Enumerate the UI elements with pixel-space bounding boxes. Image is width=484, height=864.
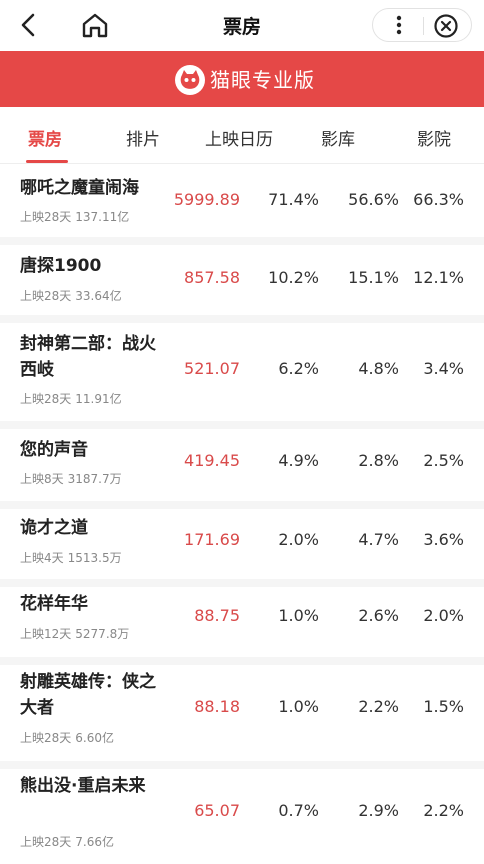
list-item[interactable]: 哪吒之魔童闹海 上映28天 137.11亿 5999.89 71.4% 56.6%… [0, 165, 484, 237]
seat-share: 2.2% [423, 801, 464, 820]
list-item[interactable]: 封神第二部：战火西岐 上映28天 11.91亿 521.07 6.2% 4.8% … [0, 323, 484, 421]
realtime-box-office: 88.18 [194, 697, 240, 716]
list-item[interactable]: 唐探1900 上映28天 33.64亿 857.58 10.2% 15.1% 12… [0, 245, 484, 315]
movie-title: 封神第二部：战火西岐 [20, 334, 156, 380]
list-item[interactable]: 花样年华 上映12天 5277.8万 88.75 1.0% 2.6% 2.0% [0, 587, 484, 657]
mini-program-capsule [372, 8, 472, 42]
box-office-share: 0.7% [278, 801, 319, 820]
row-divider [0, 315, 484, 323]
seat-share: 12.1% [413, 268, 464, 287]
row-divider [0, 657, 484, 665]
movie-release-info: 上映28天 6.60亿 [20, 731, 115, 745]
screening-share: 4.7% [358, 530, 399, 549]
movie-title: 射雕英雄传：侠之大者 [20, 672, 156, 718]
more-dots-icon[interactable] [387, 13, 411, 37]
box-office-share: 1.0% [278, 606, 319, 625]
screening-share: 4.8% [358, 359, 399, 378]
movie-title: 您的声音 [20, 440, 88, 460]
row-divider [0, 237, 484, 245]
movie-release-info: 上映8天 3187.7万 [20, 472, 122, 486]
seat-share: 2.0% [423, 606, 464, 625]
movie-release-info: 上映12天 5277.8万 [20, 627, 130, 641]
screening-share: 2.2% [358, 697, 399, 716]
tab-box-office[interactable]: 票房 [28, 125, 62, 150]
brand-header: 猫眼专业版 [0, 51, 484, 107]
movie-title: 诡才之道 [20, 518, 88, 538]
realtime-box-office: 5999.89 [173, 190, 240, 209]
movie-title: 花样年华 [20, 594, 88, 614]
movie-release-info: 上映28天 33.64亿 [20, 289, 122, 303]
realtime-box-office: 857.58 [184, 268, 240, 287]
row-divider [0, 421, 484, 429]
box-office-share: 4.9% [278, 451, 319, 470]
movie-release-info: 上映28天 137.11亿 [20, 210, 130, 224]
list-item[interactable]: 您的声音 上映8天 3187.7万 419.45 4.9% 2.8% 2.5% [0, 429, 484, 501]
box-office-share: 1.0% [278, 697, 319, 716]
seat-share: 3.4% [423, 359, 464, 378]
brand-name: 猫眼专业版 [210, 68, 315, 92]
movie-release-info: 上映4天 1513.5万 [20, 551, 122, 565]
movie-title: 熊出没·重启未来 [20, 776, 146, 796]
movie-title: 唐探1900 [20, 256, 102, 276]
realtime-box-office: 419.45 [184, 451, 240, 470]
box-office-share: 2.0% [278, 530, 319, 549]
maoyan-cat-logo-icon [175, 65, 205, 95]
seat-share: 2.5% [423, 451, 464, 470]
row-divider [0, 501, 484, 509]
screening-share: 2.9% [358, 801, 399, 820]
list-item[interactable]: 诡才之道 上映4天 1513.5万 171.69 2.0% 4.7% 3.6% [0, 509, 484, 579]
seat-share: 66.3% [413, 190, 464, 209]
capsule-separator [423, 17, 424, 35]
screening-share: 56.6% [348, 190, 399, 209]
realtime-box-office: 171.69 [184, 530, 240, 549]
list-item[interactable]: 熊出没·重启未来 上映28天 7.66亿 65.07 0.7% 2.9% 2.2% [0, 769, 484, 864]
screening-share: 2.6% [358, 606, 399, 625]
tab-movie-library[interactable]: 影库 [321, 125, 355, 150]
movie-release-info: 上映28天 11.91亿 [20, 392, 122, 406]
box-office-share: 10.2% [268, 268, 319, 287]
list-item[interactable]: 射雕英雄传：侠之大者 上映28天 6.60亿 88.18 1.0% 2.2% 1.… [0, 665, 484, 761]
screening-share: 2.8% [358, 451, 399, 470]
row-divider [0, 579, 484, 587]
tab-cinemas[interactable]: 影院 [417, 125, 451, 150]
screening-share: 15.1% [348, 268, 399, 287]
top-nav-bar: 票房 [0, 0, 484, 50]
box-office-share: 71.4% [268, 190, 319, 209]
box-office-share: 6.2% [278, 359, 319, 378]
realtime-box-office: 521.07 [184, 359, 240, 378]
active-tab-indicator [26, 160, 68, 163]
close-circle-icon[interactable] [433, 13, 459, 39]
seat-share: 1.5% [423, 697, 464, 716]
tab-release-calendar[interactable]: 上映日历 [205, 125, 273, 150]
seat-share: 3.6% [423, 530, 464, 549]
realtime-box-office: 65.07 [194, 801, 240, 820]
tab-bar: 票房 排片 上映日历 影库 影院 [0, 108, 484, 164]
realtime-box-office: 88.75 [194, 606, 240, 625]
row-divider [0, 761, 484, 769]
movie-release-info: 上映28天 7.66亿 [20, 835, 115, 849]
tab-schedule[interactable]: 排片 [126, 125, 160, 150]
